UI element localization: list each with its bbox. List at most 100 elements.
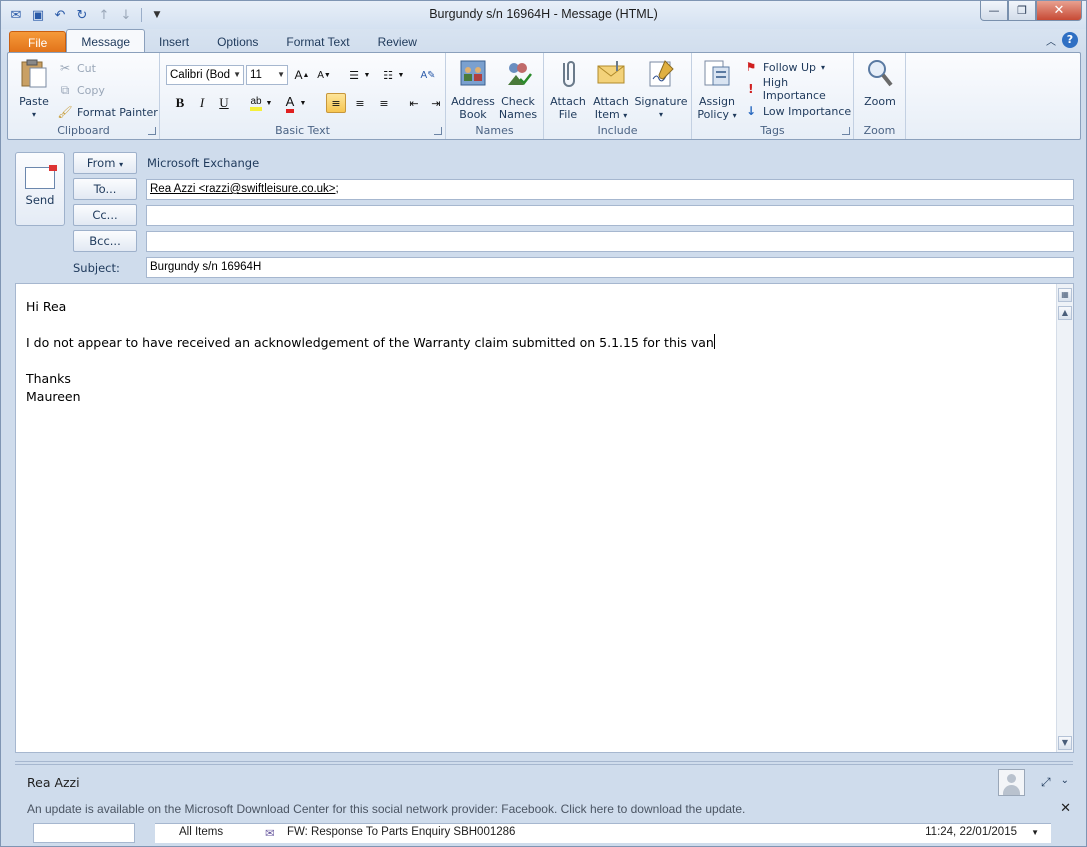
attach-item-button[interactable]: Attach Item ▾	[590, 57, 632, 122]
numbering-button[interactable]: ☷	[378, 65, 398, 85]
exclamation-icon: !	[748, 82, 754, 96]
follow-up-button[interactable]: ⚑ Follow Up ▾	[744, 58, 825, 76]
scroll-down-icon[interactable]: ▼	[1031, 828, 1039, 837]
tab-message[interactable]: Message	[66, 29, 146, 53]
increase-indent-button[interactable]: ⇥	[426, 93, 446, 113]
dialog-launcher-icon[interactable]	[434, 127, 442, 135]
feed-filter-box[interactable]	[33, 823, 135, 843]
font-color-button[interactable]: A	[280, 93, 300, 113]
underline-button[interactable]: U	[214, 93, 234, 113]
collapse-ribbon-icon[interactable]: ︿	[1046, 33, 1056, 48]
bullets-button[interactable]: ☰	[344, 65, 364, 85]
from-button[interactable]: From ▾	[73, 152, 137, 174]
message-body-text[interactable]: Hi Rea I do not appear to have received …	[26, 298, 715, 406]
message-body[interactable]: Hi Rea I do not appear to have received …	[15, 283, 1074, 753]
to-button[interactable]: To...	[73, 178, 137, 200]
zoom-label: Zoom	[864, 95, 896, 108]
minimize-button[interactable]: —	[980, 1, 1008, 21]
tab-options[interactable]: Options	[203, 31, 272, 53]
to-field[interactable]: Rea Azzi <razzi@swiftleisure.co.uk>;	[146, 179, 1074, 200]
vertical-scrollbar[interactable]: ▦ ▲ ▼	[1056, 284, 1073, 752]
pane-splitter[interactable]	[15, 761, 1073, 765]
attach-file-button[interactable]: Attach File	[548, 57, 588, 121]
dropdown-arrow-icon: ▾	[821, 62, 826, 72]
ribbon: Paste ▾ ✂ Cut ⧉ Copy 🖌 Format Painter Cl…	[7, 52, 1081, 140]
tab-file[interactable]: File	[9, 31, 67, 53]
paste-label: Paste	[19, 95, 49, 108]
highlight-button[interactable]: ab	[246, 93, 266, 113]
zoom-button[interactable]: Zoom	[858, 57, 902, 108]
tab-insert[interactable]: Insert	[145, 31, 203, 53]
dialog-launcher-icon[interactable]	[148, 127, 156, 135]
dropdown-arrow-icon: ▾	[31, 110, 36, 119]
cc-field[interactable]	[146, 205, 1074, 226]
send-button[interactable]: Send	[15, 152, 65, 226]
maximize-button[interactable]: ❐	[1008, 1, 1036, 21]
tab-format-text[interactable]: Format Text	[272, 31, 363, 53]
names-group-label: Names	[475, 124, 514, 137]
signature-button[interactable]: Signature ▾	[634, 57, 688, 121]
envelope-icon	[597, 61, 625, 84]
bullets-dropdown-icon[interactable]: ▼	[362, 65, 372, 85]
recipient-chip[interactable]: Rea Azzi <razzi@swiftleisure.co.uk>	[150, 183, 336, 195]
check-names-button[interactable]: Check Names	[496, 57, 540, 121]
bold-button[interactable]: B	[170, 93, 190, 113]
close-icon[interactable]: ✕	[1060, 801, 1071, 816]
format-painter-label: Format Painter	[77, 105, 158, 119]
shrink-font-button[interactable]: A ▼	[314, 65, 334, 85]
dialog-launcher-icon[interactable]	[842, 127, 850, 135]
clear-formatting-icon[interactable]: A✎	[418, 65, 438, 85]
cc-button[interactable]: Cc...	[73, 204, 137, 226]
dropdown-arrow-icon: ▾	[732, 111, 737, 120]
ruler-toggle-icon[interactable]: ▦	[1058, 288, 1072, 302]
align-left-button[interactable]: ≡	[326, 93, 346, 113]
title-bar: ✉ ▣ ↶ ↻ ↑ ↓ ▼ Burgundy s/n 16964H - Mess…	[1, 1, 1086, 29]
numbering-dropdown-icon[interactable]: ▼	[396, 65, 406, 85]
copy-button[interactable]: ⧉ Copy	[58, 81, 105, 99]
low-importance-button[interactable]: ↓ Low Importance	[744, 102, 851, 120]
tags-group-label: Tags	[760, 124, 785, 137]
body-line: Hi Rea	[26, 299, 67, 314]
check-names-icon	[508, 63, 532, 85]
scroll-down-icon[interactable]: ▼	[1058, 736, 1072, 750]
low-importance-label: Low Importance	[763, 104, 852, 118]
close-button[interactable]: ✕	[1036, 1, 1082, 21]
assign-policy-button[interactable]: Assign Policy ▾	[696, 57, 738, 122]
highlight-dropdown-icon[interactable]: ▼	[264, 93, 274, 113]
font-size-select[interactable]: 11 ▼	[246, 65, 288, 85]
window-controls: — ❐ ✕	[980, 1, 1082, 21]
cut-label: Cut	[77, 61, 96, 75]
feed-folder: All Items	[179, 826, 224, 838]
message-header: Send From ▾ Microsoft Exchange To... Rea…	[7, 144, 1081, 282]
grow-font-button[interactable]: A ▲	[292, 65, 312, 85]
avatar[interactable]	[998, 769, 1025, 796]
font-family-select[interactable]: Calibri (Bod ▼	[166, 65, 244, 85]
tab-review[interactable]: Review	[364, 31, 431, 53]
subject-field[interactable]: Burgundy s/n 16964H	[146, 257, 1074, 278]
decrease-indent-button[interactable]: ⇤	[404, 93, 424, 113]
bcc-button[interactable]: Bcc...	[73, 230, 137, 252]
high-importance-button[interactable]: ! High Importance	[744, 76, 853, 102]
format-painter-button[interactable]: 🖌 Format Painter	[57, 103, 158, 121]
update-notice[interactable]: An update is available on the Microsoft …	[27, 802, 745, 816]
help-icon[interactable]: ?	[1062, 32, 1078, 48]
cut-button[interactable]: ✂ Cut	[58, 59, 96, 77]
align-center-button[interactable]: ≡	[350, 93, 370, 113]
italic-button[interactable]: I	[192, 93, 212, 113]
address-book-button[interactable]: Address Book	[450, 57, 496, 121]
bcc-field[interactable]	[146, 231, 1074, 252]
expand-icon[interactable]: ⤢	[1041, 775, 1051, 790]
font-color-dropdown-icon[interactable]: ▼	[298, 93, 308, 113]
names-group: Address Book Check Names Names	[446, 53, 544, 139]
clipboard-group-label: Clipboard	[57, 124, 110, 137]
contact-name[interactable]: Rea Azzi	[27, 775, 80, 790]
dropdown-arrow-icon: ▾	[658, 110, 663, 119]
body-line: Maureen	[26, 389, 81, 404]
flag-icon: ⚑	[745, 60, 757, 74]
paste-button[interactable]: Paste ▾	[14, 57, 54, 121]
feed-row[interactable]: All Items ✉ FW: Response To Parts Enquir…	[155, 823, 1051, 843]
include-group-label: Include	[597, 124, 638, 137]
scroll-up-icon[interactable]: ▲	[1058, 306, 1072, 320]
align-right-button[interactable]: ≡	[374, 93, 394, 113]
chevron-down-icon[interactable]: ⌄	[1061, 775, 1069, 790]
